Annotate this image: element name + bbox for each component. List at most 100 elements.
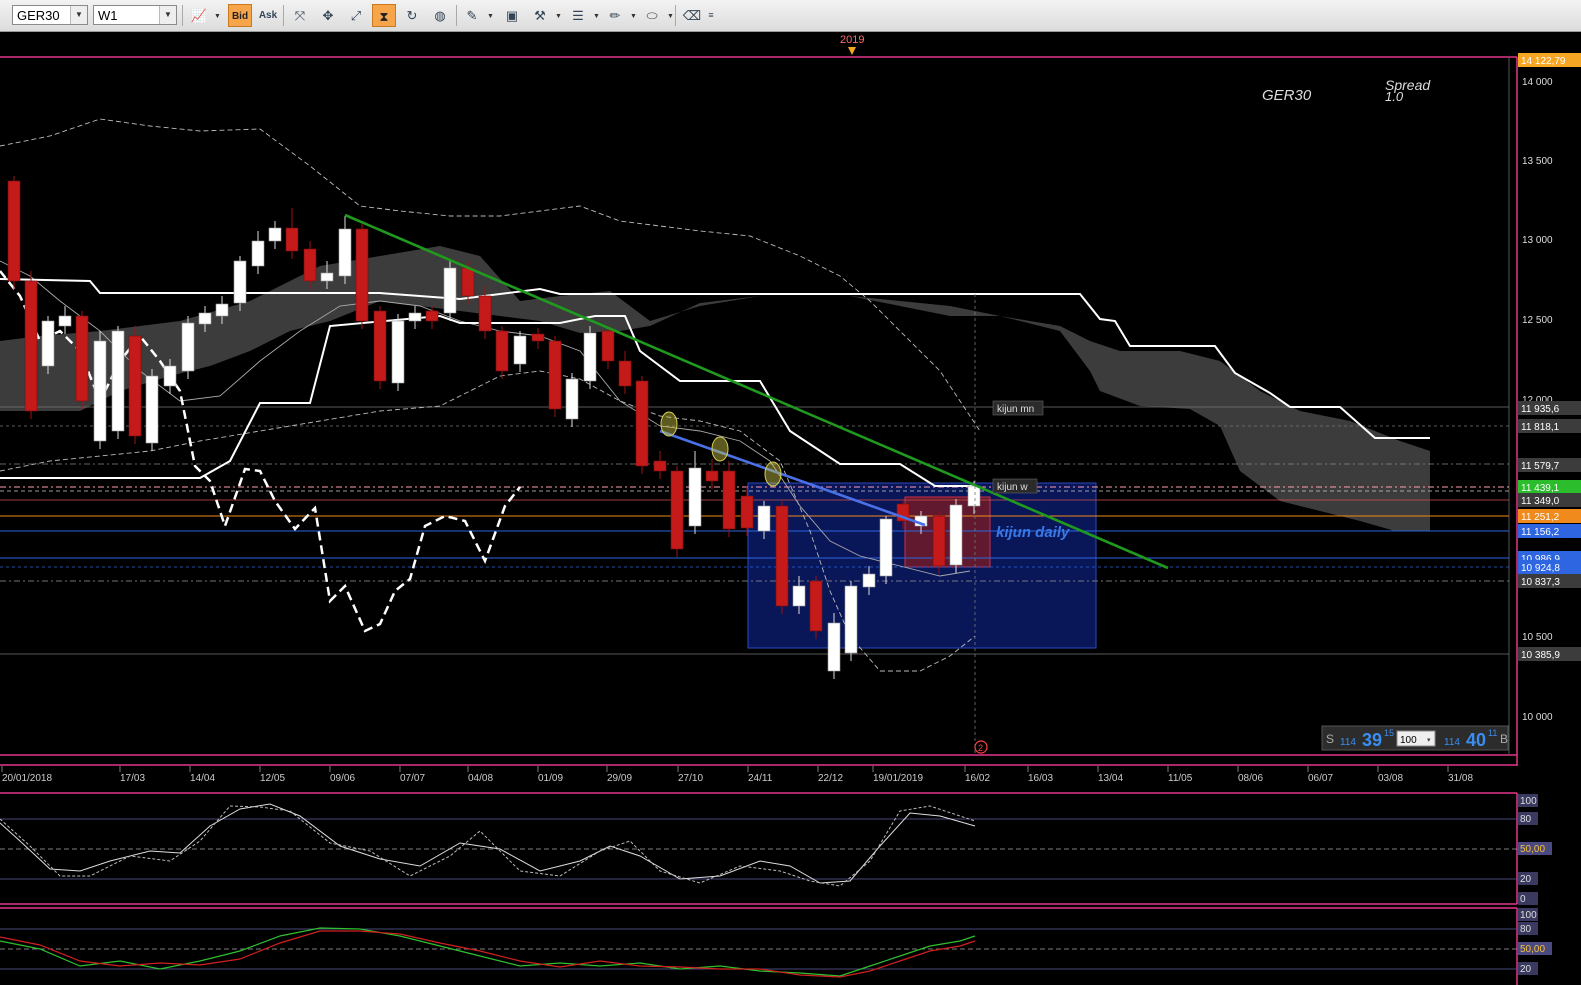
globe-icon[interactable]: ◍ — [428, 4, 452, 27]
zone-rectangle-red[interactable] — [904, 496, 991, 568]
chevron-down-icon[interactable]: ▼ — [70, 6, 87, 24]
annotation-kijun-w[interactable]: kijun w — [992, 478, 1038, 494]
cursor-icon[interactable]: ⤧ — [288, 4, 312, 27]
event-marker-text: 2 — [978, 743, 983, 753]
date-axis-label: 06/07 — [1308, 773, 1333, 784]
scale-label: 100 — [1520, 910, 1537, 921]
ask-button[interactable]: Ask — [256, 4, 280, 27]
date-axis-label: 16/02 — [965, 773, 990, 784]
date-axis-label: 22/12 — [818, 773, 843, 784]
price-level-tag-text: 14 122,79 — [1521, 56, 1566, 67]
stochastic-pane[interactable]: 100 80 50,00 20 0 — [0, 792, 1552, 905]
eraser-icon[interactable]: ⌫ — [680, 4, 704, 27]
chevron-down-icon[interactable]: ▼ — [555, 13, 562, 20]
chart-type-icon[interactable]: 📈 — [187, 4, 211, 27]
candle-body — [233, 260, 247, 304]
candle-body — [7, 180, 21, 282]
annotation-kijun-mn[interactable]: kijun mn — [992, 400, 1044, 416]
chevron-down-icon[interactable]: ▼ — [159, 6, 176, 24]
candle-body — [285, 227, 299, 252]
lot-size-stepper-icon[interactable]: ▾ — [1427, 737, 1431, 744]
chevron-down-icon[interactable]: ▼ — [667, 13, 674, 20]
chevron-down-icon[interactable]: ▼ — [214, 13, 221, 20]
buy-price-fraction: 11 — [1488, 728, 1497, 738]
candle-body — [425, 310, 439, 322]
crosshair-icon[interactable]: ✥ — [316, 4, 340, 27]
candle-body — [949, 504, 963, 566]
oscillator-pane[interactable]: 100 80 50,00 20 — [0, 907, 1552, 985]
buy-price-prefix[interactable]: 114 — [1444, 737, 1460, 748]
bid-button[interactable]: Bid — [228, 4, 252, 27]
price-axis-label: 13 000 — [1522, 235, 1553, 246]
candle-body — [461, 267, 475, 297]
chart-area[interactable]: kijun mn kijun w kijun daily GER30 Sprea… — [0, 31, 1581, 985]
date-axis-label: 01/09 — [538, 773, 563, 784]
candle-body — [827, 622, 841, 672]
zoom-icon[interactable]: ⤢ — [344, 4, 368, 27]
candle-body — [775, 505, 789, 607]
ruler-icon[interactable]: ✎ — [460, 4, 484, 27]
candle-body — [653, 460, 667, 472]
oscillator-scale: 100 80 50,00 20 — [1518, 908, 1552, 975]
annotation-kijun-daily[interactable]: kijun daily — [996, 524, 1070, 541]
lines-icon[interactable]: ☰ — [566, 4, 590, 27]
pen-icon[interactable]: ✏ — [603, 4, 627, 27]
highlight-ellipse[interactable] — [764, 461, 782, 487]
buy-label[interactable]: B — [1500, 732, 1508, 746]
date-axis-label: 20/01/2018 — [2, 773, 52, 784]
sell-price-prefix[interactable]: 114 — [1340, 737, 1356, 748]
oscillator-red-line — [0, 930, 976, 978]
candle-body — [198, 312, 212, 325]
refresh-icon[interactable]: ↻ — [400, 4, 424, 27]
toolbar-divider — [283, 5, 284, 26]
tools-icon[interactable]: ⚒ — [528, 4, 552, 27]
candle-body — [565, 378, 579, 420]
symbol-select[interactable]: GER30 ▼ — [12, 5, 88, 25]
timeframe-select[interactable]: W1 ▼ — [93, 5, 177, 25]
hourglass-icon[interactable]: ⧗ — [372, 4, 396, 27]
one-click-trade-panel[interactable]: S 114 39 15 100 ▾ 114 40 11 B — [1321, 725, 1509, 751]
toolbar-divider — [456, 5, 457, 26]
candle-body — [705, 470, 719, 482]
chevron-down-icon[interactable]: ▼ — [487, 13, 494, 20]
date-axis: 20/01/2018 17/03 14/04 12/05 09/06 07/07 04/08… — [1, 766, 1473, 784]
chevron-down-icon[interactable]: ▼ — [593, 13, 600, 20]
price-level-tags: 14 122,79 11 935,6 11 818,1 11 579,7 11 439,… — [1518, 53, 1581, 661]
candle-body — [373, 310, 387, 382]
scale-label: 100 — [1520, 796, 1537, 807]
candle-body — [548, 340, 562, 410]
more-icon[interactable]: ≡ — [703, 4, 719, 27]
date-axis-label: 16/03 — [1028, 773, 1053, 784]
image-icon[interactable]: ▣ — [500, 4, 524, 27]
candle-body — [809, 580, 823, 632]
date-axis-label: 11/05 — [1168, 773, 1193, 784]
timeframe-select-value: W1 — [98, 8, 118, 23]
price-axis-label: 13 500 — [1522, 156, 1553, 167]
candle-body — [583, 332, 597, 382]
shape-icon[interactable]: ⬭ — [640, 4, 664, 27]
candle-body — [181, 322, 195, 372]
highlight-ellipse[interactable] — [711, 436, 729, 462]
candle-body — [740, 495, 754, 529]
scale-label: 50,00 — [1520, 944, 1545, 955]
candle-body — [93, 340, 107, 442]
sell-price[interactable]: 39 — [1362, 730, 1382, 750]
candle-body — [391, 320, 405, 384]
candle-body — [41, 320, 55, 367]
sell-label[interactable]: S — [1326, 732, 1334, 746]
price-pane[interactable]: kijun mn kijun w kijun daily GER30 Sprea… — [0, 34, 1581, 784]
candle-body — [688, 467, 702, 527]
date-axis-label: 29/09 — [607, 773, 632, 784]
stochastic-scale: 100 80 50,00 20 0 — [1518, 794, 1552, 905]
highlight-ellipse[interactable] — [660, 411, 678, 437]
price-level-tag-text: 11 935,6 — [1521, 404, 1560, 415]
price-axis: 14 00013 50013 00012 50012 00010 50010 0… — [1522, 77, 1553, 723]
candle-body — [163, 365, 177, 387]
buy-price[interactable]: 40 — [1466, 730, 1486, 750]
candle-body — [862, 573, 876, 588]
candle-body — [443, 267, 457, 314]
candle-body — [844, 585, 858, 654]
candle-body — [478, 295, 492, 332]
date-axis-label: 03/08 — [1378, 773, 1403, 784]
chevron-down-icon[interactable]: ▼ — [630, 13, 637, 20]
